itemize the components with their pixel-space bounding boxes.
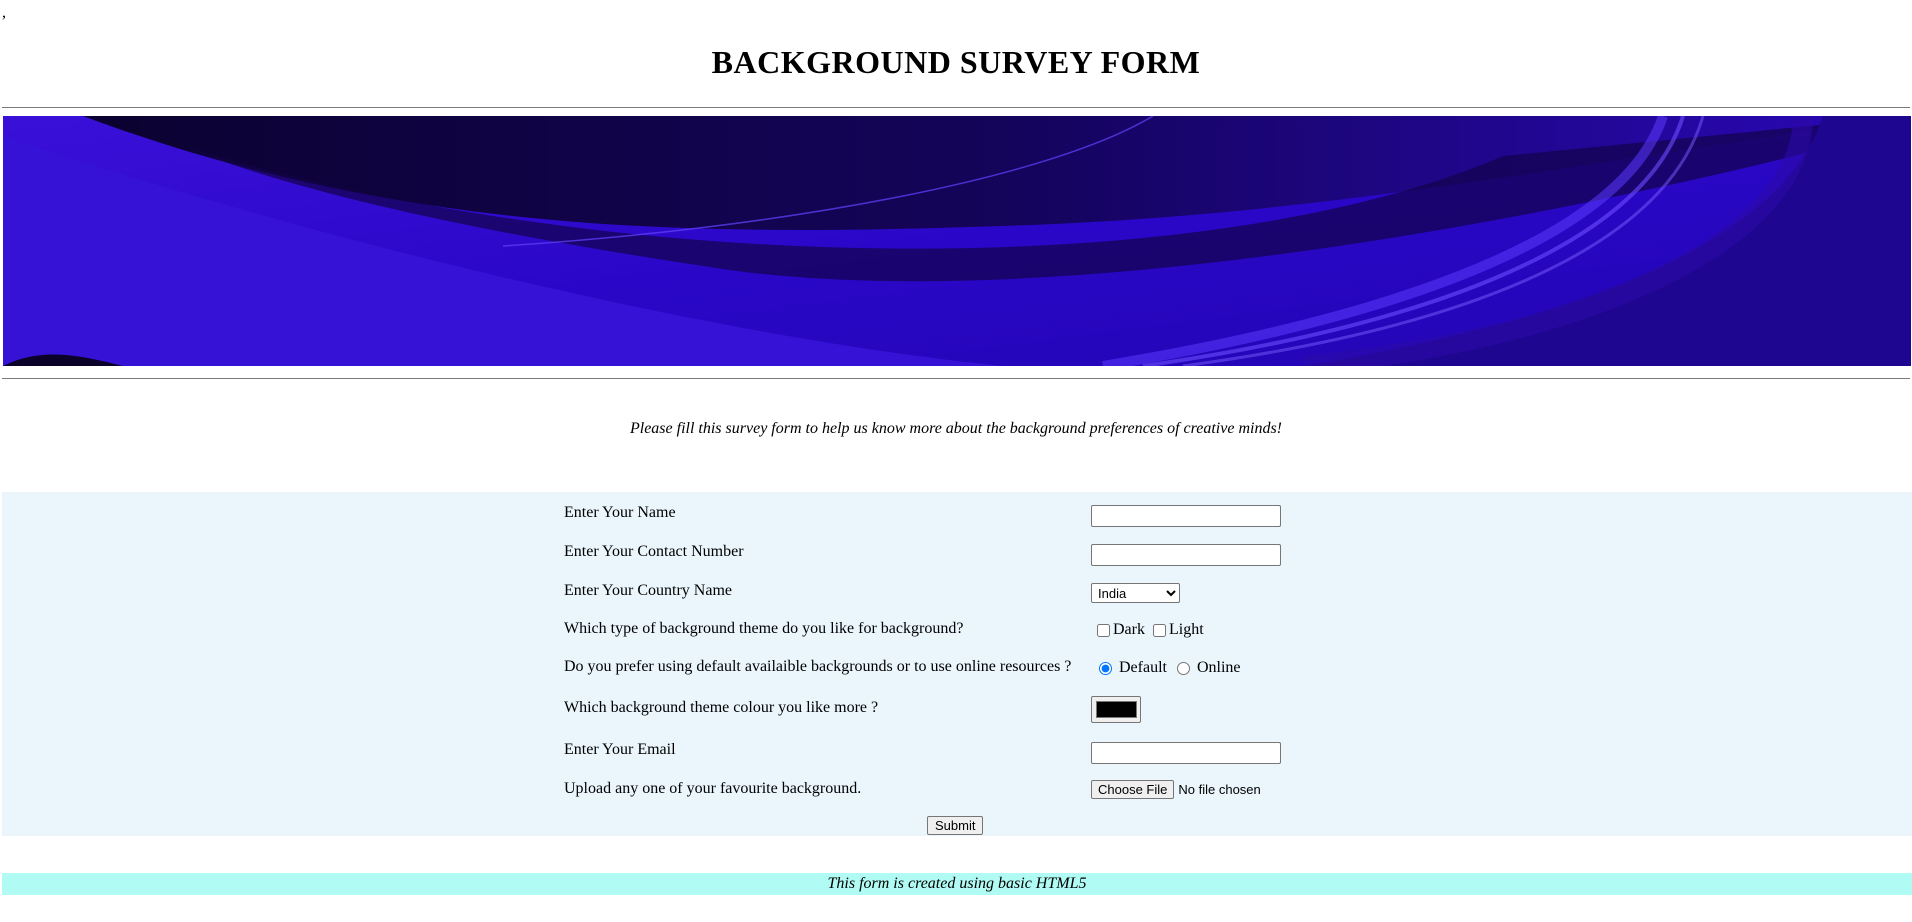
contact-label: Enter Your Contact Number xyxy=(564,543,744,560)
dark-checkbox[interactable] xyxy=(1097,623,1110,637)
divider-bottom xyxy=(2,378,1910,379)
email-field-wrap xyxy=(1091,742,1281,764)
name-field-wrap xyxy=(1091,505,1281,527)
file-status-text: No file chosen xyxy=(1178,782,1261,797)
online-radio[interactable] xyxy=(1176,661,1190,675)
theme-label: Which type of background theme do you li… xyxy=(564,620,964,637)
name-input[interactable] xyxy=(1091,505,1281,527)
colour-swatch xyxy=(1095,701,1137,718)
country-label: Enter Your Country Name xyxy=(564,582,732,599)
colour-picker[interactable] xyxy=(1091,696,1141,723)
online-option-label: Online xyxy=(1196,659,1241,676)
default-option-label: Default xyxy=(1119,659,1167,676)
intro-text: Please fill this survey form to help us … xyxy=(629,420,1282,437)
default-radio[interactable] xyxy=(1099,661,1112,675)
country-field-wrap: India xyxy=(1091,583,1180,603)
email-input[interactable] xyxy=(1091,742,1281,764)
name-label: Enter Your Name xyxy=(564,504,676,521)
upload-field-wrap: Choose File No file chosen xyxy=(1091,780,1261,799)
source-label: Do you prefer using default availaible b… xyxy=(564,658,1072,675)
submit-button[interactable]: Submit xyxy=(927,816,984,835)
colour-label: Which background theme colour you like m… xyxy=(564,699,879,716)
page-title: BACKGROUND SURVEY FORM xyxy=(711,44,1201,80)
colour-field-wrap xyxy=(1091,696,1141,723)
source-options: Default Online xyxy=(1096,659,1241,677)
light-option-label: Light xyxy=(1168,621,1204,638)
country-select[interactable]: India xyxy=(1091,583,1180,603)
light-checkbox[interactable] xyxy=(1152,623,1166,637)
contact-field-wrap xyxy=(1091,544,1281,566)
email-label: Enter Your Email xyxy=(564,741,676,758)
upload-label: Upload any one of your favourite backgro… xyxy=(564,780,862,797)
banner-image xyxy=(3,116,1911,366)
divider-top xyxy=(2,107,1910,108)
contact-input[interactable] xyxy=(1091,544,1281,566)
choose-file-button[interactable]: Choose File xyxy=(1091,780,1175,799)
stray-text: , xyxy=(2,4,6,21)
footer-note: This form is created using basic HTML5 xyxy=(2,873,1912,895)
theme-options: Dark Light xyxy=(1094,621,1204,639)
dark-option-label: Dark xyxy=(1113,621,1145,638)
